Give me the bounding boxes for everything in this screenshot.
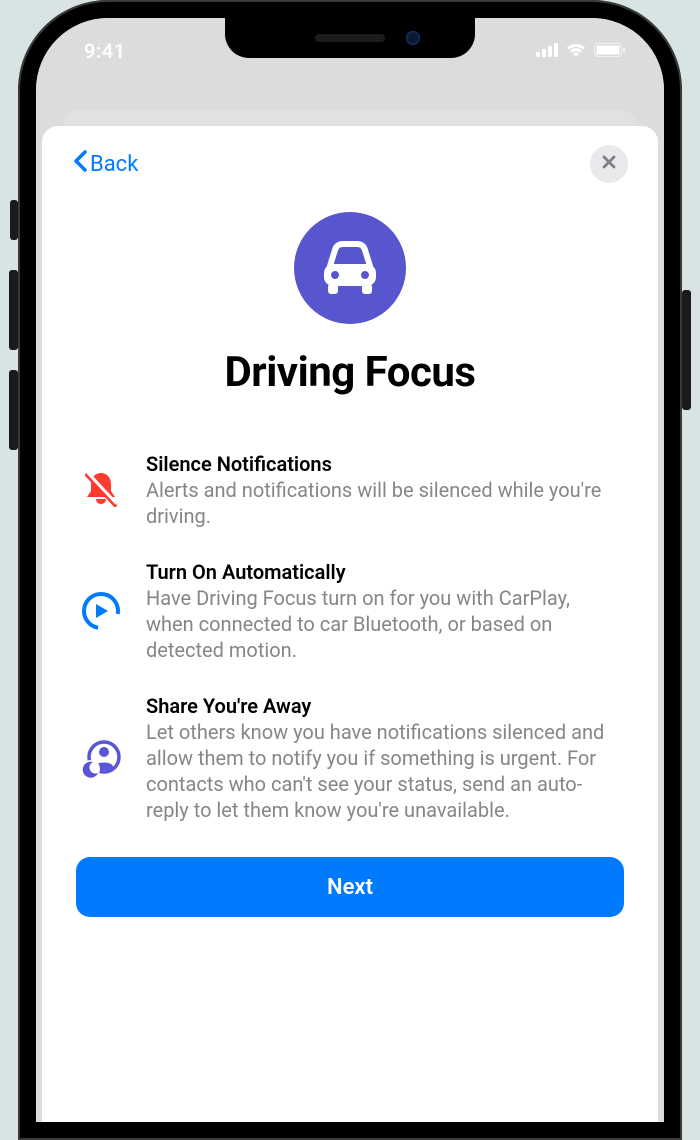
cellular-icon — [536, 42, 558, 61]
person-moon-icon — [78, 737, 124, 779]
page-title: Driving Focus — [225, 348, 476, 397]
next-label: Next — [327, 875, 373, 900]
driving-focus-icon — [294, 212, 406, 324]
volume-down-button — [9, 370, 18, 450]
chevron-left-icon — [72, 149, 88, 179]
feature-title: Turn On Automatically — [146, 559, 622, 585]
back-button[interactable]: Back — [72, 149, 138, 179]
feature-title: Share You're Away — [146, 693, 622, 719]
volume-up-button — [9, 270, 18, 350]
close-button[interactable] — [590, 145, 628, 183]
wifi-icon — [565, 41, 587, 61]
feature-silence-notifications: Silence Notifications Alerts and notific… — [78, 451, 622, 529]
battery-icon — [594, 42, 626, 61]
close-icon — [601, 154, 617, 174]
feature-list: Silence Notifications Alerts and notific… — [72, 451, 628, 823]
feature-title: Silence Notifications — [146, 451, 622, 477]
back-label: Back — [90, 152, 138, 177]
play-circle-icon — [78, 590, 124, 632]
feature-desc: Let others know you have notifications s… — [146, 719, 622, 823]
bell-slash-icon — [78, 469, 124, 511]
modal-card: Back — [42, 126, 658, 1122]
silence-switch — [10, 200, 18, 240]
notch — [225, 18, 475, 58]
status-time: 9:41 — [66, 39, 126, 63]
feature-desc: Alerts and notifications will be silence… — [146, 477, 622, 529]
phone-frame: 9:41 — [18, 0, 682, 1140]
next-button[interactable]: Next — [76, 857, 624, 917]
feature-share-away: Share You're Away Let others know you ha… — [78, 693, 622, 823]
feature-turn-on-automatically: Turn On Automatically Have Driving Focus… — [78, 559, 622, 663]
power-button — [682, 290, 691, 410]
feature-desc: Have Driving Focus turn on for you with … — [146, 585, 622, 663]
